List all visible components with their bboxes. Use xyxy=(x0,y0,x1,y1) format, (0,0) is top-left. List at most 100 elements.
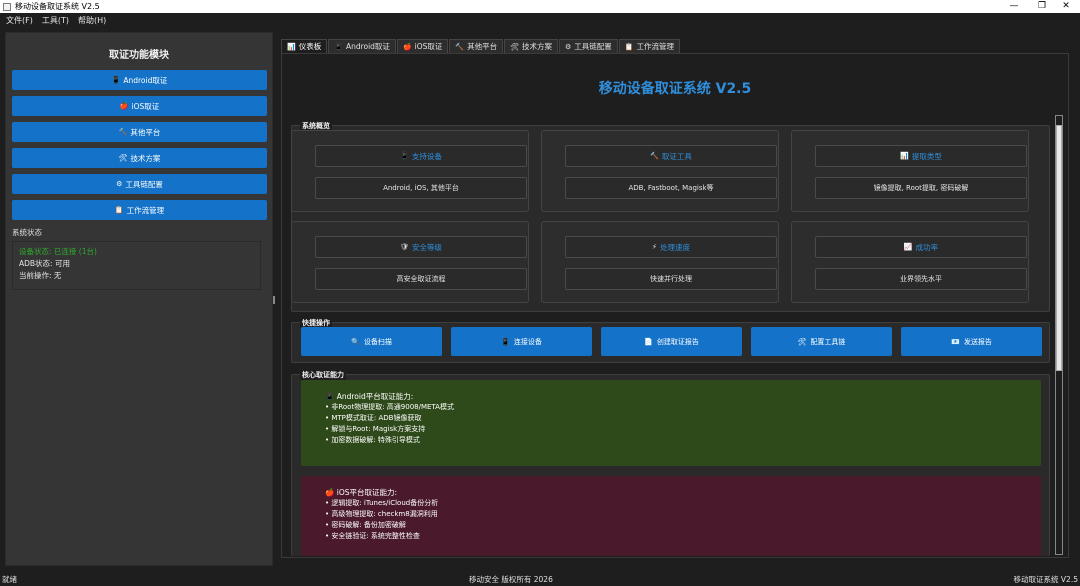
toolchain-config-button[interactable]: ⚙ 工具链配置 xyxy=(12,174,267,194)
card-value: Android, iOS, 其他平台 xyxy=(315,177,527,199)
create-report-button[interactable]: 📄 创建取证报告 xyxy=(601,327,742,356)
tab-label: 仪表板 xyxy=(298,42,322,51)
workflow-management-button[interactable]: 📋 工作流管理 xyxy=(12,200,267,220)
button-label: 设备扫描 xyxy=(363,337,392,346)
search-icon: 🔍 xyxy=(351,337,360,346)
card-title: 🛡 安全等级 xyxy=(315,236,527,258)
scrollbar-thumb[interactable] xyxy=(1056,125,1062,371)
card-title: 📊 提取类型 xyxy=(815,145,1027,167)
tab-bar: 📊 仪表板 📱 Android取证 🍎 iOS取证 🔨 其他平台 🛠 技术方案 ⚙ 工具链配… xyxy=(281,39,681,53)
capability-title: 📱 Android平台取证能力: xyxy=(325,391,1041,402)
configure-toolchain-button[interactable]: 🛠 配置工具链 xyxy=(751,327,892,356)
overview-card-success-rate: 📈 成功率 业界领先水平 xyxy=(791,221,1029,303)
tab-technical-solutions[interactable]: 🛠 技术方案 xyxy=(504,39,559,53)
connect-device-button[interactable]: 📱 连接设备 xyxy=(451,327,592,356)
tab-label: iOS取证 xyxy=(414,42,443,51)
gear-icon: ⚙ xyxy=(116,180,123,188)
app-version: 移动取证系统 V2.5 xyxy=(1013,575,1078,584)
system-status-label: 系统状态 xyxy=(12,228,42,237)
clipboard-icon: 📋 xyxy=(114,206,124,214)
phone-icon: 📱 xyxy=(400,152,409,160)
splitter-handle[interactable] xyxy=(273,296,275,304)
copyright-text: 移动安全 版权所有 2026 xyxy=(469,575,553,584)
button-label: 发送报告 xyxy=(963,337,992,346)
capability-item: • MTP模式取证: ADB镜像获取 xyxy=(325,414,422,422)
technical-solutions-button[interactable]: 🛠 技术方案 xyxy=(12,148,267,168)
tab-label: Android取证 xyxy=(345,42,390,51)
overview-card-security: 🛡 安全等级 高安全取证流程 xyxy=(291,221,529,303)
tab-toolchain-config[interactable]: ⚙ 工具链配置 xyxy=(559,39,618,53)
menu-help[interactable]: 帮助(H) xyxy=(78,15,106,26)
vertical-scrollbar[interactable] xyxy=(1055,115,1063,555)
status-ready: 就绪 xyxy=(2,575,17,584)
card-title-text: 处理速度 xyxy=(659,242,690,252)
send-report-button[interactable]: 📧 发送报告 xyxy=(901,327,1042,356)
card-value: ADB, Fastboot, Magisk等 xyxy=(565,177,777,199)
tab-label: 其他平台 xyxy=(467,42,498,51)
card-title: 📈 成功率 xyxy=(815,236,1027,258)
card-value: 业界领先水平 xyxy=(815,268,1027,290)
status-bar: 就绪 移动安全 版权所有 2026 移动取证系统 V2.5 xyxy=(0,573,1080,586)
capability-title-text: Android平台取证能力: xyxy=(336,392,414,401)
android-forensics-button[interactable]: 📱 Android取证 xyxy=(12,70,267,90)
tab-other-platforms[interactable]: 🔨 其他平台 xyxy=(449,39,504,53)
menu-bar: 文件(F) 工具(T) 帮助(H) xyxy=(0,13,1080,27)
capability-title: 🍎 iOS平台取证能力: xyxy=(325,487,1041,498)
capability-item: • 逻辑提取: iTunes/iCloud备份分析 xyxy=(325,499,439,507)
card-value: 镜像提取, Root提取, 密码破解 xyxy=(815,177,1027,199)
hammer-icon: 🔨 xyxy=(455,42,465,51)
tab-workflow[interactable]: 📋 工作流管理 xyxy=(618,39,681,53)
other-platforms-button[interactable]: 🔨 其他平台 xyxy=(12,122,267,142)
menu-file[interactable]: 文件(F) xyxy=(6,15,33,26)
card-value: 高安全取证流程 xyxy=(315,268,527,290)
overview-card-extraction: 📊 提取类型 镜像提取, Root提取, 密码破解 xyxy=(791,130,1029,212)
email-icon: 📧 xyxy=(951,337,960,346)
capability-item: • 非Root物理提取: 高通9008/META模式 xyxy=(325,403,454,411)
card-title-text: 提取类型 xyxy=(911,151,942,161)
button-label: 工具链配置 xyxy=(125,179,163,189)
current-operation: 当前操作: 无 xyxy=(19,271,62,280)
card-value: 快速并行处理 xyxy=(565,268,777,290)
tools-icon: 🛠 xyxy=(510,42,520,51)
button-label: 连接设备 xyxy=(513,337,542,346)
button-label: 其他平台 xyxy=(130,127,161,137)
capability-item: • 密码破解: 备份加密破解 xyxy=(325,521,406,529)
ios-forensics-button[interactable]: 🍎 iOS取证 xyxy=(12,96,267,116)
card-title: 📱 支持设备 xyxy=(315,145,527,167)
menu-tools[interactable]: 工具(T) xyxy=(42,15,69,26)
card-title-text: 支持设备 xyxy=(411,151,442,161)
adb-status: ADB状态: 可用 xyxy=(19,259,70,268)
minimize-button[interactable]: — xyxy=(1000,0,1028,13)
panel-title: 取证功能模块 xyxy=(109,50,169,61)
phone-icon: 📱 xyxy=(501,337,510,346)
card-title-text: 成功率 xyxy=(915,242,939,252)
apple-icon: 🍎 xyxy=(325,488,335,497)
apple-icon: 🍎 xyxy=(402,42,412,51)
phone-icon: 📱 xyxy=(325,392,335,401)
button-label: 配置工具链 xyxy=(810,337,846,346)
chart-icon: 📊 xyxy=(900,152,909,160)
tab-android[interactable]: 📱 Android取证 xyxy=(328,39,396,53)
lightning-icon: ⚡ xyxy=(652,243,657,251)
close-button[interactable]: ✕ xyxy=(1052,0,1080,13)
tools-icon: 🛠 xyxy=(797,337,807,346)
capability-item: • 加密数据破解: 特殊引导模式 xyxy=(325,436,420,444)
card-title-text: 取证工具 xyxy=(661,151,692,161)
tab-dashboard[interactable]: 📊 仪表板 xyxy=(281,39,328,53)
overview-card-speed: ⚡ 处理速度 快速并行处理 xyxy=(541,221,779,303)
device-scan-button[interactable]: 🔍 设备扫描 xyxy=(301,327,442,356)
button-label: Android取证 xyxy=(123,75,168,85)
android-capabilities-block: 📱 Android平台取证能力: • 非Root物理提取: 高通9008/MET… xyxy=(301,380,1041,466)
tab-ios[interactable]: 🍎 iOS取证 xyxy=(396,39,449,53)
trend-chart-icon: 📈 xyxy=(903,243,913,251)
capability-item: • 解锁与Root: Magisk方案支持 xyxy=(325,425,426,433)
group-title: 核心取证能力 xyxy=(300,370,346,380)
tools-icon: 🛠 xyxy=(118,154,128,162)
overview-card-devices: 📱 支持设备 Android, iOS, 其他平台 xyxy=(291,130,529,212)
app-icon xyxy=(3,2,11,11)
phone-icon: 📱 xyxy=(111,76,121,84)
ios-capabilities-block: 🍎 iOS平台取证能力: • 逻辑提取: iTunes/iCloud备份分析 •… xyxy=(301,476,1041,556)
system-status-box: 设备状态: 已连接 (1台) ADB状态: 可用 当前操作: 无 xyxy=(12,241,261,290)
window-title: 移动设备取证系统 V2.5 xyxy=(15,2,100,11)
button-label: 技术方案 xyxy=(130,153,161,163)
